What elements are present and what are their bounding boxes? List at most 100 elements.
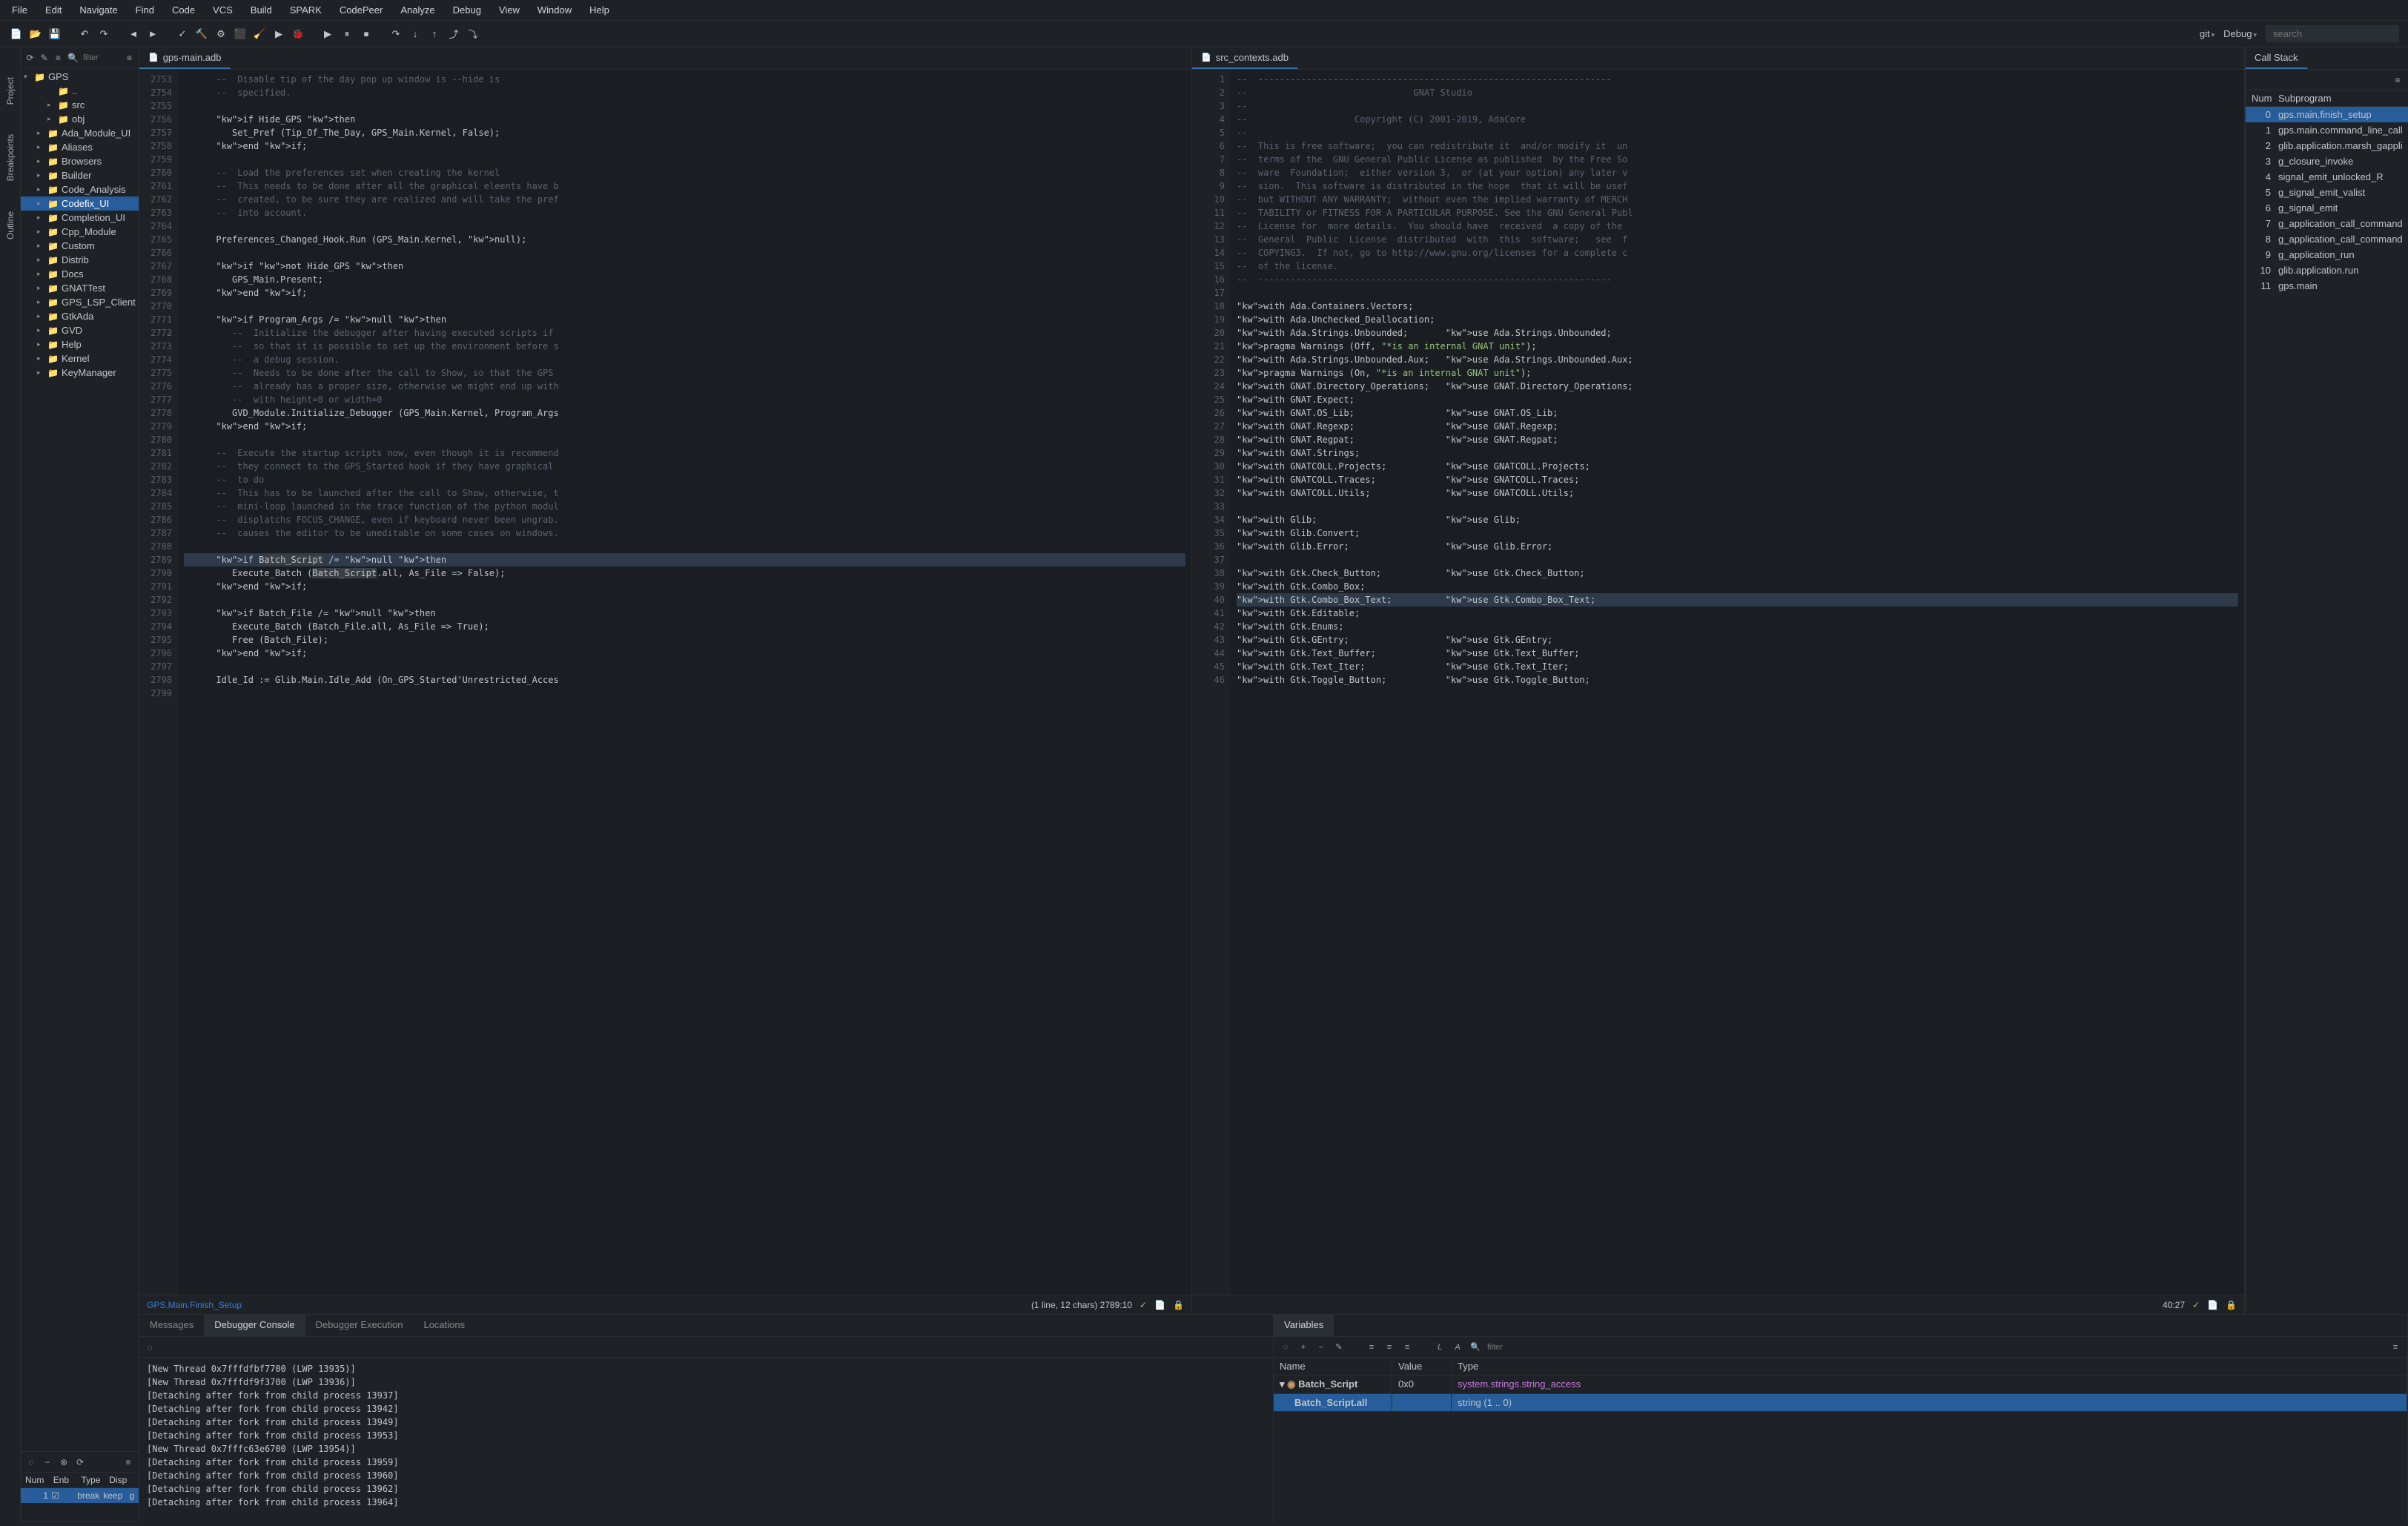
new-file-icon[interactable]: 📄: [9, 27, 24, 42]
bp-remove-icon[interactable]: −: [42, 1456, 53, 1468]
variable-row[interactable]: Batch_Script.allstring (1 .. 0): [1274, 1394, 2407, 1412]
stack-frame[interactable]: 0gps.main.finish_setup: [2246, 107, 2408, 122]
var-local-icon[interactable]: L: [1434, 1341, 1446, 1353]
stack-frame[interactable]: 4signal_emit_unlocked_R: [2246, 169, 2408, 185]
menu-spark[interactable]: SPARK: [290, 4, 322, 16]
rail-outline[interactable]: Outline: [5, 211, 16, 240]
variable-row[interactable]: ▾ ◉ Batch_Script0x0system.strings.string…: [1274, 1375, 2407, 1394]
code-editor-right[interactable]: 1234567891011121314151617181920212223242…: [1192, 70, 2244, 1295]
vcs-indicator[interactable]: git▾: [2200, 28, 2214, 39]
rail-project[interactable]: Project: [5, 77, 16, 105]
tab-messages[interactable]: Messages: [139, 1315, 204, 1336]
menu-icon[interactable]: ≡: [125, 52, 134, 64]
var-tree-icon[interactable]: ◌: [1280, 1341, 1291, 1353]
var-add-icon[interactable]: +: [1297, 1341, 1309, 1353]
tree-item-completion_ui[interactable]: ▸📁Completion_UI: [21, 211, 139, 225]
breakpoint-row[interactable]: 1☑breakkeepg: [21, 1488, 139, 1503]
stack-frame[interactable]: 2glib.application.marsh_gapplica: [2246, 138, 2408, 153]
debug-icon[interactable]: 🐞: [291, 27, 305, 42]
menu-view[interactable]: View: [499, 4, 520, 16]
tab-debugger-console[interactable]: Debugger Console: [204, 1315, 305, 1336]
tree-item-keymanager[interactable]: ▸📁KeyManager: [21, 366, 139, 380]
tree-item-..[interactable]: 📁..: [21, 84, 139, 98]
menu-window[interactable]: Window: [538, 4, 572, 16]
tree-item-ada_module_ui[interactable]: ▸📁Ada_Module_UI: [21, 126, 139, 140]
rail-breakpoints[interactable]: Breakpoints: [5, 134, 16, 181]
project-filter-input[interactable]: [83, 53, 120, 62]
search-icon[interactable]: 🔍: [67, 52, 79, 64]
menu-analyze[interactable]: Analyze: [400, 4, 434, 16]
stack-frame[interactable]: 8g_application_call_command_li: [2246, 231, 2408, 247]
tree-item-cpp_module[interactable]: ▸📁Cpp_Module: [21, 225, 139, 239]
tab-locations[interactable]: Locations: [413, 1315, 475, 1336]
tree-root[interactable]: ▾📁GPS: [21, 70, 139, 84]
continue-icon[interactable]: ▶: [320, 27, 335, 42]
variables-filter-input[interactable]: [1487, 1343, 1547, 1352]
redo-icon[interactable]: ↷: [96, 27, 111, 42]
step-down-icon[interactable]: ⤵: [466, 27, 480, 42]
menu-edit[interactable]: Edit: [45, 4, 62, 16]
tree-item-custom[interactable]: ▸📁Custom: [21, 239, 139, 253]
tree-item-browsers[interactable]: ▸📁Browsers: [21, 154, 139, 168]
tree-item-gps_lsp_client[interactable]: ▸📁GPS_LSP_Client: [21, 295, 139, 309]
stack-frame[interactable]: 5g_signal_emit_valist: [2246, 185, 2408, 200]
callstack-menu-icon[interactable]: ≡: [2392, 74, 2404, 86]
collapse-icon[interactable]: ≡: [53, 52, 63, 64]
tree-item-docs[interactable]: ▸📁Docs: [21, 267, 139, 281]
stop-icon[interactable]: ⏹: [359, 27, 374, 42]
save-icon[interactable]: 💾: [47, 27, 62, 42]
nav-forward-icon[interactable]: ►: [145, 27, 160, 42]
tab-variables[interactable]: Variables: [1274, 1315, 1334, 1336]
tree-item-help[interactable]: ▸📁Help: [21, 337, 139, 351]
tree-item-codefix_ui[interactable]: ▸📁Codefix_UI: [21, 196, 139, 211]
step-in-icon[interactable]: ↓: [408, 27, 423, 42]
menu-help[interactable]: Help: [589, 4, 609, 16]
bp-clear-icon[interactable]: ⊗: [58, 1456, 70, 1468]
var-group1-icon[interactable]: ≡: [1366, 1341, 1377, 1353]
edit-icon[interactable]: ✎: [39, 52, 49, 64]
stack-frame[interactable]: 7g_application_call_command_l: [2246, 216, 2408, 231]
nav-back-icon[interactable]: ◄: [126, 27, 141, 42]
build-icon[interactable]: 🔨: [194, 27, 209, 42]
tab-debugger-execution[interactable]: Debugger Execution: [305, 1315, 414, 1336]
pause-icon[interactable]: ⏸: [340, 27, 354, 42]
tab-gps-main[interactable]: 📄 gps-main.adb: [139, 47, 231, 69]
project-tree[interactable]: ▾📁GPS📁..▸📁src▸📁obj▸📁Ada_Module_UI▸📁Alias…: [21, 68, 139, 1451]
search-icon[interactable]: 🔍: [1469, 1341, 1481, 1353]
tree-item-gnattest[interactable]: ▸📁GNATTest: [21, 281, 139, 295]
menu-code[interactable]: Code: [172, 4, 195, 16]
menu-find[interactable]: Find: [136, 4, 154, 16]
debugger-console-output[interactable]: [New Thread 0x7fffdfbf7700 (LWP 13935)] …: [139, 1358, 1273, 1522]
tab-src-contexts[interactable]: 📄 src_contexts.adb: [1192, 47, 1298, 69]
menu-navigate[interactable]: Navigate: [79, 4, 117, 16]
code-editor-left[interactable]: 2753275427552756 ˅2757275827592760276127…: [139, 70, 1191, 1295]
tree-item-kernel[interactable]: ▸📁Kernel: [21, 351, 139, 366]
tree-item-aliases[interactable]: ▸📁Aliases: [21, 140, 139, 154]
search-input[interactable]: [2266, 25, 2399, 42]
tree-item-code_analysis[interactable]: ▸📁Code_Analysis: [21, 182, 139, 196]
stack-frame[interactable]: 1gps.main.command_line_callba: [2246, 122, 2408, 138]
bp-settings-icon[interactable]: ⟳: [74, 1456, 86, 1468]
refresh-icon[interactable]: ⟳: [25, 52, 35, 64]
console-clear-icon[interactable]: ◌: [144, 1341, 156, 1353]
step-up-icon[interactable]: ⤴: [446, 27, 461, 42]
step-out-icon[interactable]: ↑: [427, 27, 442, 42]
build-main-icon[interactable]: ⚙: [214, 27, 228, 42]
tree-item-gtkada[interactable]: ▸📁GtkAda: [21, 309, 139, 323]
tree-item-obj[interactable]: ▸📁obj: [21, 112, 139, 126]
tree-item-builder[interactable]: ▸📁Builder: [21, 168, 139, 182]
var-remove-icon[interactable]: −: [1315, 1341, 1327, 1353]
menu-vcs[interactable]: VCS: [213, 4, 233, 16]
step-over-icon[interactable]: ↷: [388, 27, 403, 42]
undo-icon[interactable]: ↶: [77, 27, 92, 42]
compile-icon[interactable]: ⬛: [233, 27, 248, 42]
stack-frame[interactable]: 6g_signal_emit: [2246, 200, 2408, 216]
menu-build[interactable]: Build: [251, 4, 272, 16]
tree-item-gvd[interactable]: ▸📁GVD: [21, 323, 139, 337]
tree-item-distrib[interactable]: ▸📁Distrib: [21, 253, 139, 267]
clean-icon[interactable]: 🧹: [252, 27, 267, 42]
tab-call-stack[interactable]: Call Stack: [2246, 47, 2308, 69]
tree-item-src[interactable]: ▸📁src: [21, 98, 139, 112]
bp-add-icon[interactable]: ◌: [25, 1456, 37, 1468]
vars-menu-icon[interactable]: ≡: [2389, 1341, 2401, 1353]
